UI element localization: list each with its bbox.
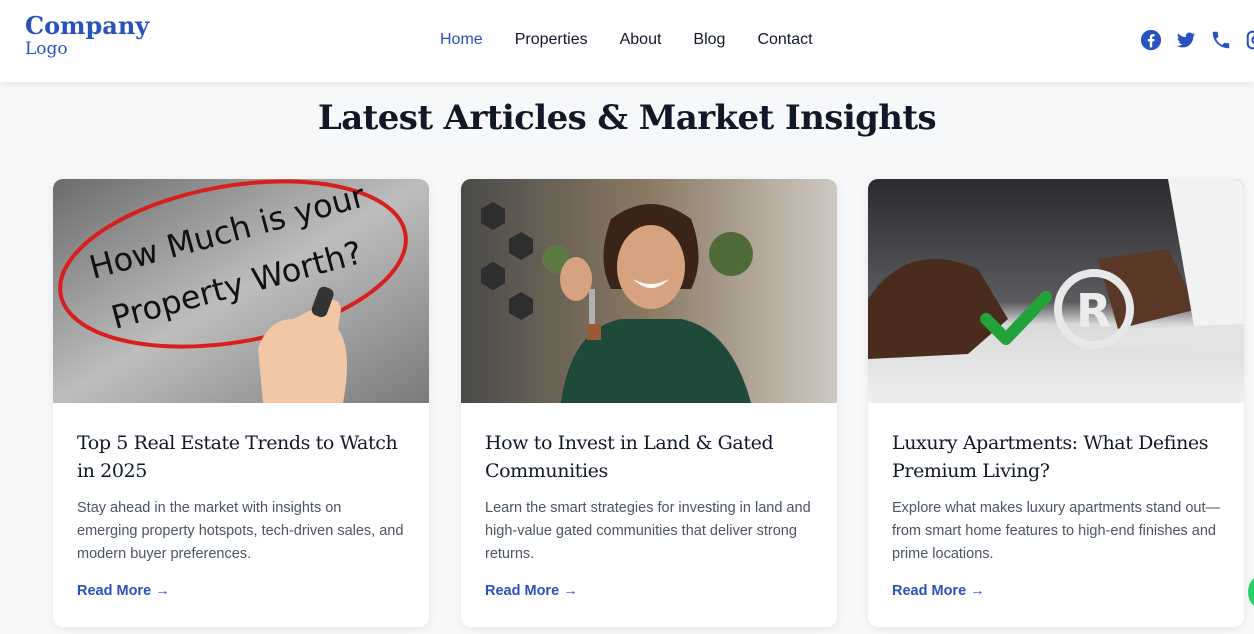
logo-line-2: Logo	[25, 39, 68, 59]
section-title: Latest Articles & Market Insights	[317, 98, 937, 138]
company-logo[interactable]: Company Logo	[25, 14, 149, 58]
instagram-icon[interactable]	[1245, 29, 1254, 51]
article-image-woman-with-keys[interactable]	[461, 179, 837, 403]
social-links	[1140, 29, 1254, 51]
read-more-link[interactable]: Read More →	[77, 583, 170, 599]
article-image-property-worth[interactable]: How Much is your Property Worth?	[53, 179, 429, 403]
article-card[interactable]: How Much is your Property Worth? Top 5 R…	[53, 179, 429, 627]
article-title[interactable]: Top 5 Real Estate Trends to Watch in 202…	[77, 429, 405, 485]
main-nav: Home Properties About Blog Contact	[440, 30, 845, 50]
whatsapp-button[interactable]	[1248, 572, 1254, 612]
read-more-link[interactable]: Read More →	[485, 583, 578, 599]
article-title[interactable]: Luxury Apartments: What Defines Premium …	[892, 429, 1220, 485]
article-excerpt: Explore what makes luxury apartments sta…	[892, 500, 1221, 562]
article-card[interactable]: How to Invest in Land & Gated Communitie…	[461, 179, 837, 627]
logo-line-1: Company	[25, 11, 150, 40]
phone-icon[interactable]	[1210, 29, 1232, 51]
registered-icon: R	[1076, 284, 1111, 338]
article-excerpt: Learn the smart strategies for investing…	[485, 500, 811, 562]
article-card[interactable]: R Luxury Apartments: What Defines Premiu…	[868, 179, 1244, 627]
site-header: Company Logo Home Properties About Blog …	[0, 0, 1254, 82]
nav-blog[interactable]: Blog	[693, 30, 725, 50]
facebook-icon[interactable]	[1140, 29, 1162, 51]
read-more-link[interactable]: Read More →	[892, 583, 985, 599]
article-image-registered-trademark[interactable]: R	[868, 179, 1244, 403]
nav-home[interactable]: Home	[440, 30, 483, 50]
nav-about[interactable]: About	[620, 30, 662, 50]
nav-contact[interactable]: Contact	[757, 30, 812, 50]
nav-properties[interactable]: Properties	[515, 30, 588, 50]
article-excerpt: Stay ahead in the market with insights o…	[77, 500, 404, 562]
twitter-icon[interactable]	[1175, 29, 1197, 51]
article-title[interactable]: How to Invest in Land & Gated Communitie…	[485, 429, 813, 485]
